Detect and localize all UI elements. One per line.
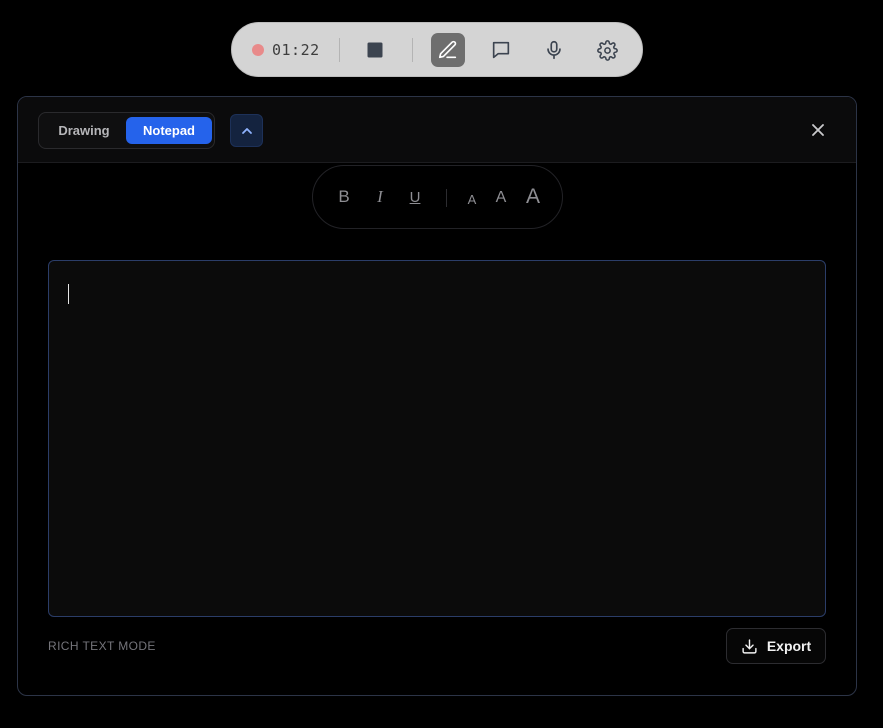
recording-toolbar: 01:22 xyxy=(231,22,643,77)
gear-icon xyxy=(596,39,618,61)
stop-icon xyxy=(367,42,383,58)
formatting-divider xyxy=(446,189,447,207)
recording-indicator-icon xyxy=(252,44,264,56)
chevron-up-icon xyxy=(241,127,252,134)
stop-recording-button[interactable] xyxy=(358,33,392,67)
panel-header: Drawing Notepad xyxy=(18,97,856,163)
formatting-toolbar: B I U A A A xyxy=(312,165,563,229)
drawing-mode-tab[interactable]: Drawing xyxy=(43,117,125,144)
close-panel-button[interactable] xyxy=(805,117,831,143)
download-icon xyxy=(742,638,757,654)
microphone-icon xyxy=(547,40,561,60)
notepad-panel: Drawing Notepad B I U A A A RICH TEXT MO… xyxy=(17,96,857,696)
settings-button[interactable] xyxy=(590,33,624,67)
underline-button[interactable]: U xyxy=(403,181,427,213)
microphone-button[interactable] xyxy=(537,33,571,67)
recording-timer: 01:22 xyxy=(272,41,320,59)
comment-tool-button[interactable] xyxy=(484,33,518,67)
notepad-editor[interactable] xyxy=(48,260,826,617)
notepad-mode-tab[interactable]: Notepad xyxy=(126,117,212,144)
close-icon xyxy=(812,124,824,136)
export-label: Export xyxy=(766,638,812,654)
text-caret xyxy=(68,284,69,304)
italic-button[interactable]: I xyxy=(368,181,392,213)
pen-tool-button[interactable] xyxy=(431,33,465,67)
font-size-small-button[interactable]: A xyxy=(461,181,483,213)
chat-bubble-icon xyxy=(492,41,510,59)
toolbar-divider xyxy=(412,38,413,62)
mode-toggle: Drawing Notepad xyxy=(38,112,215,149)
toolbar-divider xyxy=(339,38,340,62)
collapse-toolbar-button[interactable] xyxy=(230,114,263,147)
pen-icon xyxy=(438,40,457,59)
export-button[interactable]: Export xyxy=(726,628,826,664)
bold-button[interactable]: B xyxy=(332,181,356,213)
editor-mode-caption: RICH TEXT MODE xyxy=(48,639,156,653)
font-size-medium-button[interactable]: A xyxy=(490,181,512,213)
font-size-large-button[interactable]: A xyxy=(520,181,546,213)
